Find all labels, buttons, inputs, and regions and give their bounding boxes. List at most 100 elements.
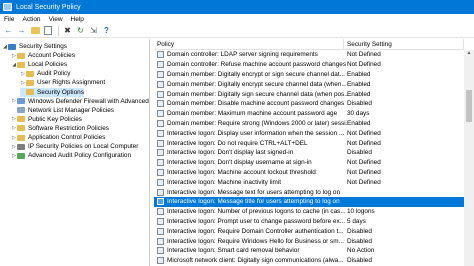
tree-item[interactable]: ▷ Software Restriction Policies — [11, 124, 109, 133]
policy-row[interactable]: Interactive logon: Machine account locko… — [154, 168, 464, 178]
policy-row[interactable]: Domain member: Require strong (Windows 2… — [154, 119, 464, 129]
policy-row[interactable]: Interactive logon: Require Windows Hello… — [154, 236, 464, 246]
policy-item-icon — [157, 51, 164, 59]
title-bar: Local Security Policy — [0, 0, 474, 14]
policy-row[interactable]: Domain controller: Refuse machine accoun… — [154, 60, 464, 70]
help-icon[interactable]: ? — [101, 25, 112, 36]
policy-row[interactable]: Interactive logon: Do not require CTRL+A… — [154, 138, 464, 148]
security-policy-app-icon — [3, 3, 12, 11]
policy-name: Domain member: Digitally encrypt secure … — [167, 80, 347, 88]
menu-file[interactable]: File — [0, 16, 18, 23]
policy-row[interactable]: Interactive logon: Smart card removal be… — [154, 246, 464, 256]
policy-name: Interactive logon: Machine inactivity li… — [167, 178, 282, 186]
policy-name: Interactive logon: Display user informat… — [167, 129, 345, 137]
column-header-policy[interactable]: Policy — [154, 39, 344, 50]
forward-arrow-icon[interactable]: → — [16, 25, 27, 36]
policy-item-icon — [157, 217, 164, 225]
policy-security-setting: Not Defined — [347, 168, 381, 176]
policy-security-setting: Enabled — [347, 70, 371, 78]
tree-item-label: Advanced Audit Policy Configuration — [28, 152, 132, 160]
policy-row[interactable]: Domain member: Maximum machine account p… — [154, 109, 464, 119]
menu-action[interactable]: Action — [18, 16, 44, 23]
export-list-icon[interactable]: ⇲ — [88, 25, 99, 36]
policy-row[interactable]: Interactive logon: Require Domain Contro… — [154, 226, 464, 236]
policy-row[interactable]: Interactive logon: Machine inactivity li… — [154, 177, 464, 187]
tree-item[interactable]: ◢ Security Settings — [2, 42, 67, 51]
policy-row[interactable]: Interactive logon: Don't display last si… — [154, 148, 464, 158]
tree-item[interactable]: ▷ Advanced Audit Policy Configuration — [11, 151, 131, 160]
policy-security-setting: Not Defined — [347, 51, 381, 59]
folder-icon — [26, 79, 34, 86]
policy-row[interactable]: Domain member: Disable machine account p… — [154, 99, 464, 109]
policy-security-setting: Disabled — [347, 237, 372, 245]
policy-name: Interactive logon: Don't display usernam… — [167, 159, 312, 167]
tree-item-label: Audit Policy — [37, 70, 71, 78]
refresh-icon[interactable]: ↻ — [75, 25, 86, 36]
policy-row[interactable]: Interactive logon: Number of previous lo… — [154, 207, 464, 217]
policy-row[interactable]: Interactive logon: Message text for user… — [154, 187, 464, 197]
policy-item-icon — [157, 139, 164, 147]
policy-row[interactable]: Domain member: Digitally encrypt secure … — [154, 79, 464, 89]
tree-item-label: Local Policies — [28, 61, 68, 69]
policy-item-icon — [157, 70, 164, 78]
tree-item[interactable]: ▷ Account Policies — [11, 51, 75, 60]
policy-name: Interactive logon: Machine account locko… — [167, 168, 316, 176]
scroll-up-arrow-icon[interactable]: ▲ — [464, 50, 474, 58]
tree-item-label: Security Options — [37, 88, 84, 96]
policy-name: Domain member: Digitally sign secure cha… — [167, 90, 348, 98]
policy-name: Domain member: Maximum machine account p… — [167, 110, 338, 118]
policy-security-setting: Not Defined — [347, 129, 381, 137]
vertical-scrollbar[interactable]: ▲ — [464, 50, 474, 266]
policy-item-icon — [157, 61, 164, 69]
tree-item-label: Public Key Policies — [28, 115, 82, 123]
list-icon — [17, 107, 25, 114]
tree-item-label: Security Settings — [19, 43, 67, 50]
menu-help[interactable]: Help — [67, 16, 88, 23]
tree-item[interactable]: Security Options — [20, 87, 84, 97]
tree-item-label: Application Control Policies — [28, 134, 106, 141]
tree-item[interactable]: ▷ Audit Policy — [20, 69, 70, 78]
column-header-security-setting[interactable]: Security Setting — [344, 39, 464, 50]
policy-item-icon — [157, 198, 164, 206]
policy-security-setting: Not Defined — [347, 178, 381, 186]
policy-row[interactable]: Interactive logon: Don't display usernam… — [154, 158, 464, 168]
policy-item-icon — [157, 227, 164, 235]
tree-item[interactable]: ▷ Windows Defender Firewall with Advanced… — [11, 97, 149, 106]
policy-security-setting: Not Defined — [347, 61, 381, 69]
policy-name: Interactive logon: Message text for user… — [167, 188, 340, 196]
policy-row[interactable]: Microsoft network client: Digitally sign… — [154, 256, 464, 266]
up-folder-icon[interactable] — [31, 27, 40, 34]
tree-item[interactable]: ▷ Application Control Policies — [11, 133, 105, 142]
tree-item[interactable]: ▷ User Rights Assignment — [20, 78, 105, 87]
policy-security-setting: Enabled — [347, 90, 371, 98]
policy-row[interactable]: Interactive logon: Message title for use… — [154, 196, 464, 207]
policy-security-setting: 5 days — [347, 217, 366, 225]
delete-icon[interactable]: ✖ — [62, 25, 73, 36]
policy-list-pane: Policy Security Setting Domain controlle… — [154, 39, 474, 266]
menu-view[interactable]: View — [45, 16, 67, 23]
back-arrow-icon[interactable]: ← — [3, 25, 14, 36]
tree-item[interactable]: ▷ IP Security Policies on Local Computer — [11, 142, 138, 151]
tree-item[interactable]: ▷ Public Key Policies — [11, 115, 82, 124]
show-hide-pane-icon[interactable] — [44, 26, 52, 35]
policy-row[interactable]: Domain member: Digitally sign secure cha… — [154, 89, 464, 99]
policy-item-icon — [157, 178, 164, 186]
policy-security-setting: Disabled — [347, 100, 372, 108]
policy-name: Interactive logon: Smart card removal be… — [167, 247, 300, 255]
policy-row[interactable]: Interactive logon: Display user informat… — [154, 128, 464, 138]
policy-item-icon — [157, 257, 164, 265]
policy-security-setting: Enabled — [347, 119, 371, 127]
scrollbar-thumb[interactable] — [466, 89, 472, 122]
tree-item[interactable]: ◢ Local Policies — [11, 60, 67, 69]
policy-row[interactable]: Domain member: Digitally encrypt or sign… — [154, 70, 464, 80]
policy-name: Interactive logon: Require Domain Contro… — [167, 227, 344, 235]
policy-row[interactable]: Domain controller: LDAP server signing r… — [154, 50, 464, 60]
policy-item-icon — [157, 119, 164, 127]
policy-name: Interactive logon: Prompt user to change… — [167, 217, 345, 225]
policy-row[interactable]: Interactive logon: Prompt user to change… — [154, 217, 464, 227]
window-title: Local Security Policy — [16, 3, 81, 11]
policy-item-icon — [157, 237, 164, 245]
folder-icon — [17, 61, 25, 68]
tree-item[interactable]: Network List Manager Policies — [11, 106, 114, 115]
tree-item-label: IP Security Policies on Local Computer — [28, 143, 139, 151]
